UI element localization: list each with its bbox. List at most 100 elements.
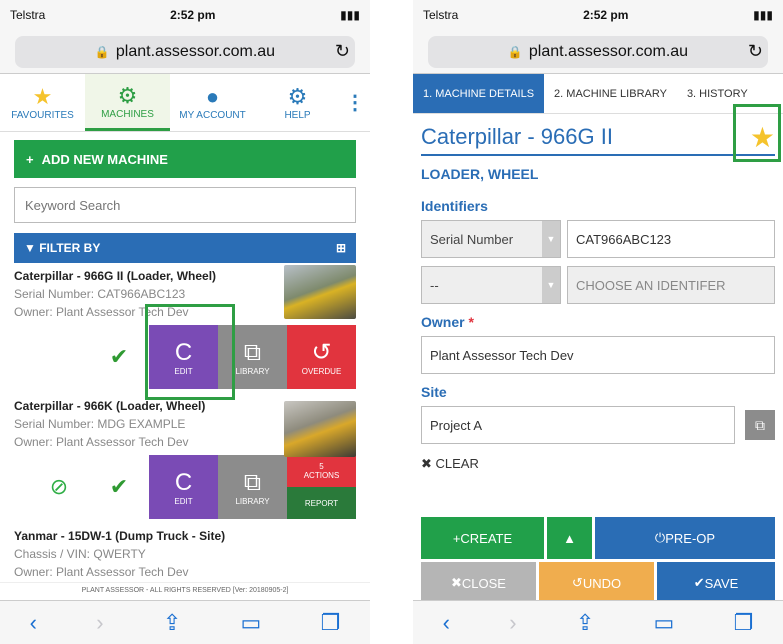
overdue-button[interactable]: ↺ OVERDUE bbox=[287, 325, 356, 389]
owner-label: Owner bbox=[421, 314, 465, 330]
plus-icon: + bbox=[452, 530, 461, 546]
forward-icon[interactable]: › bbox=[96, 610, 103, 636]
check-icon: ✔ bbox=[109, 344, 129, 369]
save-button[interactable]: ✔ SAVE bbox=[657, 562, 775, 604]
close-button[interactable]: ✖ CLOSE bbox=[421, 562, 536, 604]
share-icon[interactable]: ⇪ bbox=[163, 610, 181, 636]
tab-favourites[interactable]: ★ FAVOURITES bbox=[0, 74, 85, 131]
keyword-search-input[interactable] bbox=[14, 187, 356, 223]
report-label: REPORT bbox=[304, 498, 339, 508]
machine-details-screen: Telstra 2:52 pm ▮▮▮ 🔒 plant.assessor.com… bbox=[413, 0, 783, 644]
filter-by-bar[interactable]: ▼ FILTER BY ⊞ bbox=[14, 233, 356, 263]
report-button[interactable]: REPORT bbox=[287, 487, 356, 519]
edit-label: EDIT bbox=[174, 496, 193, 506]
url-text: plant.assessor.com.au bbox=[115, 42, 276, 60]
identifier-value-input[interactable]: CAT966ABC123 bbox=[567, 220, 775, 258]
close-label: CLOSE bbox=[461, 575, 506, 591]
tabs-icon[interactable]: ❐ bbox=[734, 610, 754, 636]
identifier-type-select[interactable]: -- ▼ bbox=[421, 266, 561, 304]
actions-count: 5 bbox=[319, 462, 324, 471]
owner-input[interactable]: Plant Assessor Tech Dev bbox=[421, 336, 775, 374]
library-button[interactable]: ⧉ LIBRARY bbox=[218, 455, 287, 519]
identifier-value-input[interactable]: CHOOSE AN IDENTIFER bbox=[567, 266, 775, 304]
bookmarks-icon[interactable]: ▭ bbox=[241, 610, 262, 636]
required-marker: * bbox=[468, 314, 474, 330]
tab-label: FAVOURITES bbox=[11, 110, 74, 121]
plus-icon: + bbox=[26, 151, 34, 167]
tab-help[interactable]: ⚙ HELP bbox=[255, 74, 340, 131]
site-library-icon[interactable]: ⧉ bbox=[745, 410, 775, 440]
carrier-label: Telstra bbox=[423, 8, 459, 22]
identifier-row: -- ▼ CHOOSE AN IDENTIFER bbox=[421, 266, 775, 304]
machine-card[interactable]: Caterpillar - 966K (Loader, Wheel) Seria… bbox=[14, 393, 356, 519]
carrier-label: Telstra bbox=[10, 8, 46, 22]
back-icon[interactable]: ‹ bbox=[443, 610, 450, 636]
tabs-icon[interactable]: ❐ bbox=[321, 610, 341, 636]
more-menu-icon[interactable]: ⋮ bbox=[340, 74, 370, 131]
reload-icon[interactable]: ↻ bbox=[335, 41, 350, 62]
action-buttons: + CREATE ▲ ⏻ PRE-OP ✖ CLOSE ↺ UNDO ✔ SAV… bbox=[421, 517, 775, 607]
star-icon: ★ bbox=[32, 84, 53, 109]
back-icon[interactable]: ‹ bbox=[30, 610, 37, 636]
tab-label: MY ACCOUNT bbox=[179, 110, 246, 121]
identifier-row: Serial Number ▼ CAT966ABC123 bbox=[421, 220, 775, 258]
overdue-label: OVERDUE bbox=[301, 367, 342, 376]
library-label: LIBRARY bbox=[235, 366, 270, 376]
machine-serial: Chassis / VIN: QWERTY bbox=[14, 547, 146, 561]
address-bar: 🔒 plant.assessor.com.au ↻ bbox=[0, 30, 370, 74]
filter-label: FILTER BY bbox=[39, 241, 101, 255]
expand-icon[interactable]: ⊞ bbox=[336, 241, 346, 255]
create-label: CREATE bbox=[460, 530, 513, 546]
machine-title: Yanmar - 15DW-1 (Dump Truck - Site) bbox=[14, 529, 226, 543]
power-icon: ⏻ bbox=[654, 530, 666, 545]
highlight-box bbox=[145, 304, 235, 400]
create-button[interactable]: + CREATE bbox=[421, 517, 544, 559]
create-dropdown-button[interactable]: ▲ bbox=[547, 517, 592, 559]
machine-heading: Caterpillar - 966G II ★ bbox=[421, 120, 775, 156]
site-input[interactable]: Project A bbox=[421, 406, 735, 444]
add-new-machine-label: ADD NEW MACHINE bbox=[41, 151, 168, 167]
lock-icon: 🔒 bbox=[507, 44, 523, 59]
chevron-down-icon: ▼ bbox=[542, 267, 560, 303]
close-icon: ✖ bbox=[451, 575, 462, 590]
url-field[interactable]: 🔒 plant.assessor.com.au bbox=[15, 35, 355, 68]
machine-photo bbox=[284, 401, 356, 457]
bookmarks-icon[interactable]: ▭ bbox=[654, 610, 675, 636]
tab-machine-details[interactable]: 1. MACHINE DETAILS bbox=[413, 74, 545, 113]
tab-my-account[interactable]: ● MY ACCOUNT bbox=[170, 74, 255, 131]
filter-icon: ▼ bbox=[24, 241, 40, 255]
verified-icon: ⊘ bbox=[49, 474, 69, 499]
reload-icon[interactable]: ↻ bbox=[748, 41, 763, 62]
forward-icon[interactable]: › bbox=[509, 610, 516, 636]
lock-icon: 🔒 bbox=[94, 44, 110, 59]
url-text: plant.assessor.com.au bbox=[528, 42, 689, 60]
highlight-box bbox=[733, 104, 781, 162]
machine-card[interactable]: Yanmar - 15DW-1 (Dump Truck - Site) Chas… bbox=[14, 523, 356, 579]
status-bar: Telstra 2:52 pm ▮▮▮ bbox=[0, 0, 370, 30]
library-icon: ⧉ bbox=[243, 338, 262, 366]
add-new-machine-button[interactable]: + ADD NEW MACHINE bbox=[14, 140, 356, 178]
clear-button[interactable]: ✖ CLEAR bbox=[421, 456, 775, 472]
identifier-type-select[interactable]: Serial Number ▼ bbox=[421, 220, 561, 258]
check-icon: ✔ bbox=[693, 575, 705, 590]
battery-icon: ▮▮▮ bbox=[753, 8, 773, 22]
undo-label: UNDO bbox=[582, 575, 622, 591]
pre-op-button[interactable]: ⏻ PRE-OP bbox=[595, 517, 775, 559]
undo-button[interactable]: ↺ UNDO bbox=[539, 562, 654, 604]
machines-list-screen: Telstra 2:52 pm ▮▮▮ 🔒 plant.assessor.com… bbox=[0, 0, 370, 644]
safari-toolbar: ‹ › ⇪ ▭ ❐ bbox=[0, 600, 370, 644]
tab-machines[interactable]: ⚙ MACHINES bbox=[85, 74, 170, 131]
clock-label: 2:52 pm bbox=[170, 8, 216, 22]
tab-machine-library[interactable]: 2. MACHINE LIBRARY bbox=[544, 74, 677, 113]
tab-label: HELP bbox=[284, 110, 311, 121]
gear-icon: ⚙ bbox=[117, 82, 138, 108]
edit-button[interactable]: C EDIT bbox=[149, 455, 218, 519]
share-icon[interactable]: ⇪ bbox=[576, 610, 594, 636]
caret-up-icon: ▲ bbox=[563, 530, 576, 546]
footer-text: PLANT ASSESSOR - ALL RIGHTS RESERVED [Ve… bbox=[0, 582, 370, 598]
url-field[interactable]: 🔒 plant.assessor.com.au bbox=[428, 35, 768, 68]
person-icon: ● bbox=[205, 84, 220, 109]
owner-heading: Owner * bbox=[421, 314, 775, 330]
actions-button[interactable]: 5 ACTIONS bbox=[287, 455, 356, 487]
chevron-down-icon: ▼ bbox=[542, 221, 560, 257]
